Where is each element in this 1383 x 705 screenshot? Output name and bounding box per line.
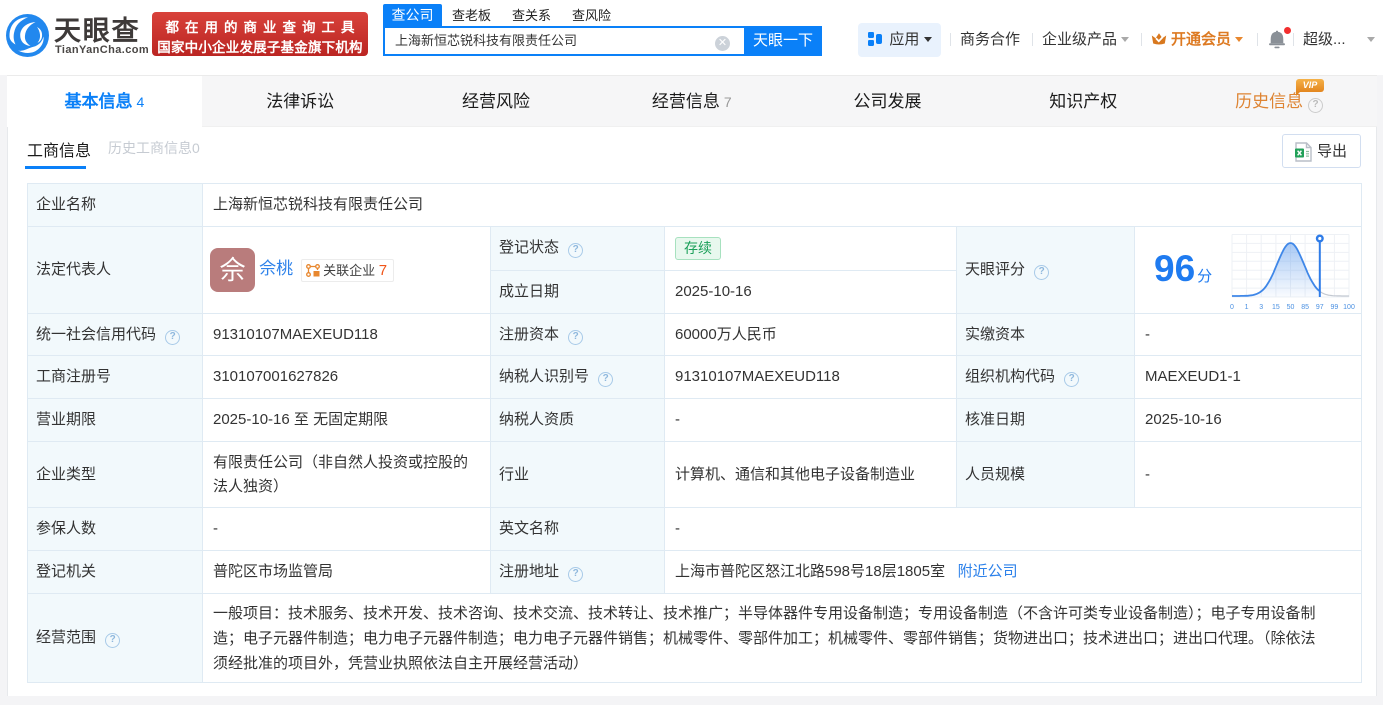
svg-text:99: 99 <box>1331 304 1339 311</box>
svg-text:0: 0 <box>1230 304 1234 311</box>
svg-text:85: 85 <box>1301 304 1309 311</box>
svg-text:97: 97 <box>1316 304 1324 311</box>
svg-text:50: 50 <box>1287 304 1295 311</box>
svg-text:100: 100 <box>1343 304 1355 311</box>
svg-text:1: 1 <box>1245 304 1249 311</box>
svg-text:3: 3 <box>1259 304 1263 311</box>
svg-text:15: 15 <box>1272 304 1280 311</box>
